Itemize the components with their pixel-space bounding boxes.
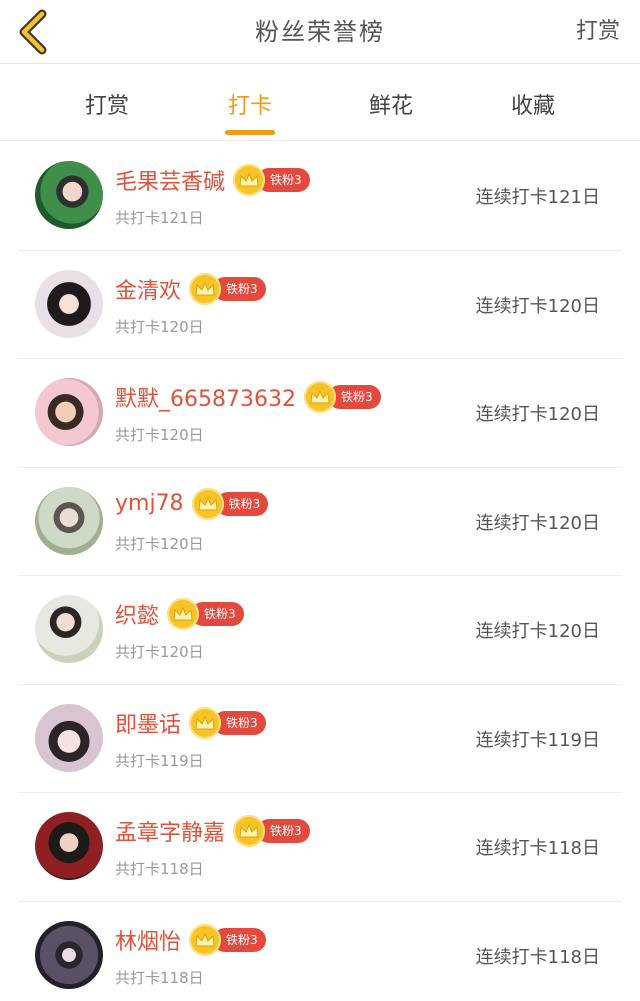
- crown-icon: [233, 164, 266, 196]
- crown-icon: [303, 381, 336, 413]
- list-item[interactable]: 林烟怡 铁粉3 共打卡118日 连续打卡118日: [0, 902, 640, 1001]
- user-name[interactable]: 默默_665873632: [115, 381, 296, 413]
- avatar[interactable]: [35, 161, 103, 229]
- user-name[interactable]: 孟章字静嘉: [115, 815, 225, 847]
- tab-reward[interactable]: 打赏: [47, 88, 167, 120]
- name-line: ymj78 铁粉3: [115, 487, 269, 520]
- tab-favorites[interactable]: 收藏: [473, 88, 593, 120]
- name-line: 金清欢 铁粉3: [115, 272, 266, 305]
- avatar[interactable]: [35, 595, 103, 663]
- total-checkins: 共打卡121日: [115, 209, 204, 227]
- crown-icon: [167, 598, 200, 630]
- streak-checkins: 连续打卡120日: [475, 295, 600, 317]
- fan-level-badge: 铁粉3: [189, 272, 266, 305]
- streak-checkins: 连续打卡118日: [475, 946, 600, 968]
- user-name[interactable]: ymj78: [115, 491, 184, 516]
- list-item[interactable]: 织懿 铁粉3 共打卡120日 连续打卡120日: [0, 576, 640, 685]
- crown-icon: [191, 487, 224, 520]
- avatar[interactable]: [35, 269, 103, 338]
- fan-level-badge: 铁粉3: [233, 164, 310, 196]
- tab-checkin[interactable]: 打卡: [190, 88, 310, 135]
- streak-checkins: 连续打卡119日: [475, 729, 600, 751]
- list-item[interactable]: 默默_665873632 铁粉3 共打卡120日 连续打卡120日: [0, 359, 640, 468]
- name-line: 默默_665873632 铁粉3: [115, 381, 381, 413]
- crown-icon: [189, 272, 222, 305]
- name-line: 织懿 铁粉3: [115, 598, 244, 630]
- crown-icon: [233, 815, 266, 847]
- streak-checkins: 连续打卡120日: [475, 512, 600, 534]
- tab-checkin-label: 打卡: [227, 94, 272, 119]
- reward-button[interactable]: 打赏: [576, 13, 620, 45]
- total-checkins: 共打卡120日: [115, 534, 204, 553]
- avatar[interactable]: [35, 703, 103, 772]
- user-name[interactable]: 即墨话: [115, 707, 181, 739]
- user-name[interactable]: 织懿: [115, 598, 159, 630]
- fan-level-badge: 铁粉3: [233, 815, 310, 847]
- list-item[interactable]: 毛果芸香碱 铁粉3 共打卡121日 连续打卡121日: [0, 142, 640, 251]
- crown-icon: [189, 706, 222, 739]
- active-tab-indicator: [225, 130, 275, 135]
- total-checkins: 共打卡120日: [115, 643, 204, 661]
- user-name[interactable]: 林烟怡: [115, 924, 181, 956]
- list-item[interactable]: 即墨话 铁粉3 共打卡119日 连续打卡119日: [0, 685, 640, 794]
- user-name[interactable]: 金清欢: [115, 273, 181, 305]
- user-name[interactable]: 毛果芸香碱: [115, 164, 225, 196]
- streak-checkins: 连续打卡121日: [475, 187, 600, 208]
- list-item[interactable]: 孟章字静嘉 铁粉3 共打卡118日 连续打卡118日: [0, 793, 640, 902]
- crown-icon: [189, 923, 222, 956]
- fan-ranking-list: 毛果芸香碱 铁粉3 共打卡121日 连续打卡121日 金清欢 铁粉3 共打卡12…: [0, 142, 640, 1001]
- total-checkins: 共打卡118日: [115, 860, 204, 878]
- avatar[interactable]: [35, 920, 103, 989]
- avatar[interactable]: [35, 486, 103, 555]
- top-bar: 粉丝荣誉榜 打赏: [0, 0, 640, 64]
- avatar[interactable]: [35, 812, 103, 880]
- fan-level-badge: 铁粉3: [191, 487, 269, 520]
- page-title: 粉丝荣誉榜: [255, 18, 385, 46]
- streak-checkins: 连续打卡120日: [475, 621, 600, 642]
- streak-checkins: 连续打卡118日: [475, 838, 600, 859]
- fan-level-badge: 铁粉3: [303, 381, 381, 413]
- total-checkins: 共打卡118日: [115, 968, 204, 987]
- tab-flowers[interactable]: 鲜花: [331, 88, 451, 120]
- fan-level-badge: 铁粉3: [167, 598, 244, 630]
- list-item[interactable]: 金清欢 铁粉3 共打卡120日 连续打卡120日: [0, 251, 640, 360]
- avatar[interactable]: [35, 378, 103, 446]
- total-checkins: 共打卡120日: [115, 426, 204, 444]
- fan-level-badge: 铁粉3: [189, 923, 266, 956]
- name-line: 孟章字静嘉 铁粉3: [115, 815, 310, 847]
- fan-level-badge: 铁粉3: [189, 706, 266, 739]
- list-item[interactable]: ymj78 铁粉3 共打卡120日 连续打卡120日: [0, 468, 640, 577]
- streak-checkins: 连续打卡120日: [475, 404, 600, 425]
- name-line: 林烟怡 铁粉3: [115, 923, 266, 956]
- total-checkins: 共打卡120日: [115, 317, 204, 336]
- name-line: 即墨话 铁粉3: [115, 706, 266, 739]
- tab-bar: 打赏 打卡 鲜花 收藏: [0, 64, 640, 141]
- name-line: 毛果芸香碱 铁粉3: [115, 164, 310, 196]
- total-checkins: 共打卡119日: [115, 751, 204, 770]
